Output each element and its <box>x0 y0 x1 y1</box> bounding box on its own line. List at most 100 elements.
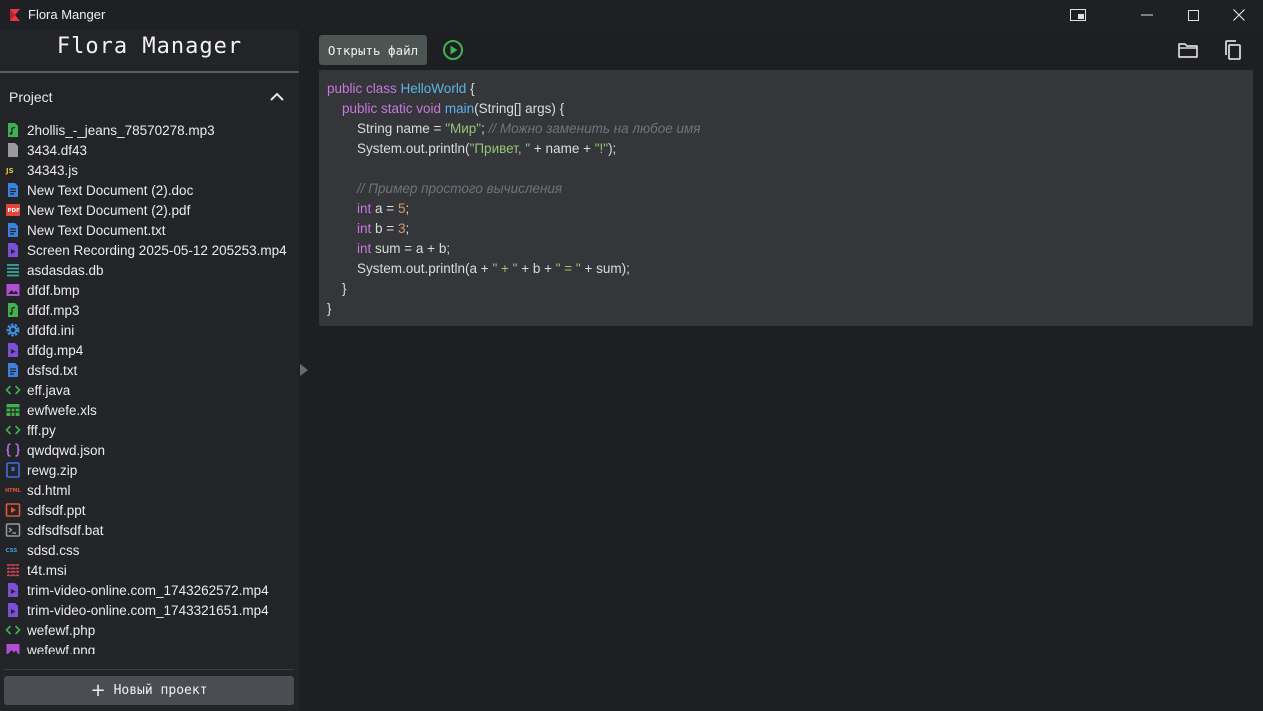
file-list-item[interactable]: PDF New Text Document (2).pdf <box>0 200 299 220</box>
file-list-item[interactable]: rewg.zip <box>0 460 299 480</box>
file-list-item[interactable]: sdfsdf.ppt <box>0 500 299 520</box>
file-list-item[interactable]: dsfsd.txt <box>0 360 299 380</box>
audio-file-icon <box>5 302 21 318</box>
file-list-item[interactable]: CSS sdsd.css <box>0 540 299 560</box>
sidebar: Flora Manager Project 2hollis_-_jeans_78… <box>0 30 299 711</box>
file-name: sdsd.css <box>27 542 80 558</box>
code-token: int <box>357 201 372 216</box>
file-list-item[interactable]: trim-video-online.com_1743262572.mp4 <box>0 580 299 600</box>
project-section-header[interactable]: Project <box>0 82 299 112</box>
file-name: sd.html <box>27 482 71 498</box>
file-list-item[interactable]: JS 34343.js <box>0 160 299 180</box>
file-name: dfdf.mp3 <box>27 302 80 318</box>
code-line: } <box>327 299 1253 319</box>
file-list-item[interactable]: 2hollis_-_jeans_78570278.mp3 <box>0 120 299 140</box>
title-bar: Flora Manger <box>0 0 1263 30</box>
svg-text:CSS: CSS <box>6 548 18 554</box>
file-list-item[interactable]: asdasdas.db <box>0 260 299 280</box>
code-line: int b = 3; <box>327 219 1253 239</box>
compact-overlay-button[interactable] <box>1055 0 1101 30</box>
code-token: } <box>327 281 347 296</box>
file-list-item[interactable]: dfdf.bmp <box>0 280 299 300</box>
maximize-button[interactable] <box>1170 0 1216 30</box>
folder-icon[interactable] <box>1176 38 1200 62</box>
code-token: "Привет, " <box>469 141 531 156</box>
expand-arrow-icon[interactable] <box>300 364 308 376</box>
code-token: "Мир" <box>445 121 482 136</box>
picture-in-picture-icon <box>1070 9 1086 21</box>
app-logo-icon <box>10 9 20 21</box>
file-list-item[interactable]: wefewf.png <box>0 640 299 654</box>
copy-icon[interactable] <box>1221 38 1245 62</box>
html-file-icon: HTML <box>5 482 21 498</box>
js-file-icon: JS <box>5 162 21 178</box>
file-list-item[interactable]: dfdf.mp3 <box>0 300 299 320</box>
code-token: // Пример простого вычисления <box>357 181 563 196</box>
video-file-icon <box>5 582 21 598</box>
file-list-item[interactable]: dfdfd.ini <box>0 320 299 340</box>
code-token: System.out.println(a + <box>327 261 493 276</box>
file-list-item[interactable]: New Text Document.txt <box>0 220 299 240</box>
settings-gear-icon <box>5 322 21 338</box>
terminal-icon <box>5 522 21 538</box>
file-name: trim-video-online.com_1743321651.mp4 <box>27 602 269 618</box>
spreadsheet-icon <box>5 402 21 418</box>
file-list-item[interactable]: trim-video-online.com_1743321651.mp4 <box>0 600 299 620</box>
file-name: New Text Document.txt <box>27 222 166 238</box>
file-list-item[interactable]: Screen Recording 2025-05-12 205253.mp4 <box>0 240 299 260</box>
minimize-button[interactable] <box>1124 0 1170 30</box>
app-heading: Flora Manager <box>56 34 243 59</box>
file-name: 2hollis_-_jeans_78570278.mp3 <box>27 122 215 138</box>
run-play-icon[interactable] <box>441 38 465 62</box>
file-list-item[interactable]: fff.py <box>0 420 299 440</box>
code-token: ; <box>405 201 410 216</box>
file-list-item[interactable]: ewfwefe.xls <box>0 400 299 420</box>
chevron-up-icon[interactable] <box>268 89 286 105</box>
text-file-icon <box>5 362 21 378</box>
code-line: int sum = a + b; <box>327 239 1253 259</box>
file-list-item[interactable]: sdfsdfsdf.bat <box>0 520 299 540</box>
file-list-item[interactable]: t4t.msi <box>0 560 299 580</box>
file-list-item[interactable]: 3434.df43 <box>0 140 299 160</box>
database-icon <box>5 262 21 278</box>
code-token: ; <box>405 221 410 236</box>
file-list: 2hollis_-_jeans_78570278.mp3 3434.df43 JS 3… <box>0 120 299 654</box>
doc-file-icon <box>5 182 21 198</box>
file-list-item[interactable]: wefewf.php <box>0 620 299 640</box>
new-project-label: Новый проект <box>113 683 208 698</box>
code-line: System.out.println("Привет, " + name + "… <box>327 139 1253 159</box>
file-list-item[interactable]: qwdqwd.json <box>0 440 299 460</box>
code-token: { <box>466 81 475 96</box>
archive-file-icon <box>5 462 21 478</box>
file-list-item[interactable]: dfdg.mp4 <box>0 340 299 360</box>
file-name: wefewf.php <box>27 622 96 638</box>
svg-text:PDF: PDF <box>8 208 21 214</box>
code-line: } <box>327 279 1253 299</box>
code-icon <box>5 382 21 398</box>
code-icon <box>5 422 21 438</box>
file-name: eff.java <box>27 382 71 398</box>
file-name: asdasdas.db <box>27 262 104 278</box>
open-file-button[interactable]: Открыть файл <box>319 35 427 65</box>
file-list-item[interactable]: HTML sd.html <box>0 480 299 500</box>
close-button[interactable] <box>1216 0 1262 30</box>
new-project-button[interactable]: + Новый проект <box>4 676 294 705</box>
video-file-icon <box>5 342 21 358</box>
file-name: rewg.zip <box>27 462 78 478</box>
code-icon <box>5 622 21 638</box>
code-token: " = " <box>555 261 581 276</box>
code-token: (String[] args) { <box>474 101 565 116</box>
file-list-item[interactable]: New Text Document (2).doc <box>0 180 299 200</box>
file-name: trim-video-online.com_1743262572.mp4 <box>27 582 269 598</box>
code-editor-panel[interactable]: public class HelloWorld { public static … <box>319 70 1253 326</box>
code-token: ); <box>608 141 617 156</box>
file-list-item[interactable]: eff.java <box>0 380 299 400</box>
file-name: t4t.msi <box>27 562 67 578</box>
code-token: a = <box>371 201 398 216</box>
code-token: + b + <box>517 261 556 276</box>
project-label: Project <box>9 89 53 105</box>
code-token: } <box>327 301 332 316</box>
